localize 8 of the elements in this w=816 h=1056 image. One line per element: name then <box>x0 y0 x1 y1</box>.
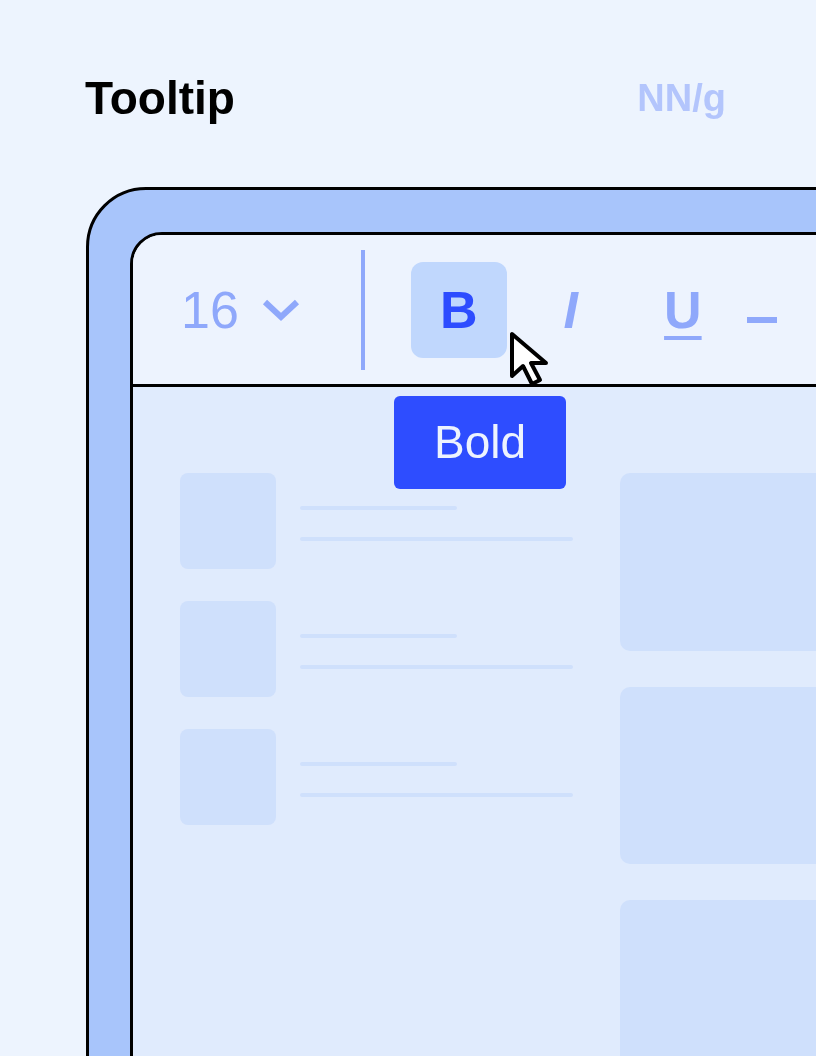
page-title: Tooltip <box>85 71 235 126</box>
format-button[interactable]: B <box>410 261 507 358</box>
logo: NN/g <box>637 76 726 121</box>
tooltip: Bold <box>394 396 566 489</box>
font-size-value[interactable]: 16 <box>181 270 239 349</box>
format-button[interactable]: I <box>522 261 619 358</box>
chevron-down-icon[interactable] <box>260 297 301 322</box>
format-button[interactable]: U <box>634 261 731 358</box>
